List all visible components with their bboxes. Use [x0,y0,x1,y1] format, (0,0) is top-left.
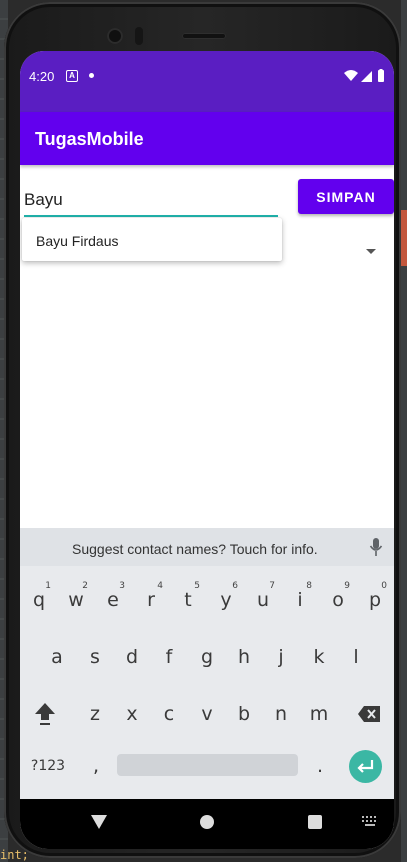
simpan-button[interactable]: SIMPAN [298,179,394,214]
backspace-key[interactable] [351,694,387,734]
key-t[interactable]: t5 [170,580,206,620]
key-q[interactable]: q1 [21,580,57,620]
backspace-icon [358,706,380,722]
key-a[interactable]: a [39,637,75,677]
key-h[interactable]: h [226,637,262,677]
key-z[interactable]: z [77,694,113,734]
shift-icon [35,703,55,725]
keyboard-suggestion-bar: Suggest contact names? Touch for info. [20,528,394,566]
key-m[interactable]: m [301,694,337,734]
battery-icon [378,69,384,82]
comma-key[interactable]: , [78,746,114,786]
key-e[interactable]: e3 [95,580,131,620]
key-y[interactable]: y6 [208,580,244,620]
name-autocomplete-input[interactable] [24,185,278,217]
key-g[interactable]: g [189,637,225,677]
navigation-bar [20,799,394,849]
app-title: TugasMobile [35,129,144,149]
enter-key[interactable] [349,750,382,783]
key-j[interactable]: j [263,637,299,677]
key-s[interactable]: s [77,637,113,677]
device-screen: 4:20 A TugasMobile Bayu SIMPAN Bayu Fird… [20,51,394,849]
keyboard-switch-icon[interactable] [362,816,378,828]
recents-icon[interactable] [308,815,322,829]
ide-right-panel [401,0,407,862]
contact-suggestion-prompt[interactable]: Suggest contact names? Touch for info. [72,541,318,557]
ide-error-marker [401,210,407,266]
front-camera [107,28,123,44]
key-u[interactable]: u7 [245,580,281,620]
earpiece-speaker [182,33,226,39]
status-bar: 4:20 A [20,51,394,112]
status-time: 4:20 [29,69,55,84]
key-l[interactable]: l [338,637,374,677]
key-w[interactable]: w2 [58,580,94,620]
notification-dot-icon [89,73,94,78]
key-k[interactable]: k [301,637,337,677]
key-d[interactable]: d [114,637,150,677]
app-bar: TugasMobile [20,112,394,165]
autocomplete-dropdown: Bayu Firdaus [22,218,282,261]
home-icon[interactable] [200,815,214,829]
main-content: SIMPAN Bayu Firdaus [20,165,394,528]
microphone-icon[interactable] [369,537,383,559]
key-x[interactable]: x [114,694,150,734]
key-i[interactable]: i8 [282,580,318,620]
key-r[interactable]: r4 [133,580,169,620]
spinner-dropdown-arrow-icon[interactable] [366,249,376,254]
key-c[interactable]: c [151,694,187,734]
symbols-key[interactable]: ?123 [27,746,69,786]
key-v[interactable]: v [189,694,225,734]
shift-key[interactable] [27,694,63,734]
period-key[interactable]: . [302,746,338,786]
notification-a-icon: A [66,70,78,82]
back-icon[interactable] [91,815,107,829]
key-p[interactable]: p0 [357,580,393,620]
phone-frame: 4:20 A TugasMobile Bayu SIMPAN Bayu Fird… [4,2,401,858]
enter-icon [357,760,374,773]
wifi-icon [344,70,358,81]
key-b[interactable]: b [226,694,262,734]
key-o[interactable]: o9 [320,580,356,620]
autocomplete-item[interactable]: Bayu Firdaus [36,233,118,249]
proximity-sensor [135,27,143,45]
cell-signal-icon [361,71,372,82]
key-n[interactable]: n [263,694,299,734]
status-icons [343,69,389,83]
space-key[interactable] [117,754,298,776]
soft-keyboard: Suggest contact names? Touch for info. q… [20,528,394,799]
key-f[interactable]: f [151,637,187,677]
